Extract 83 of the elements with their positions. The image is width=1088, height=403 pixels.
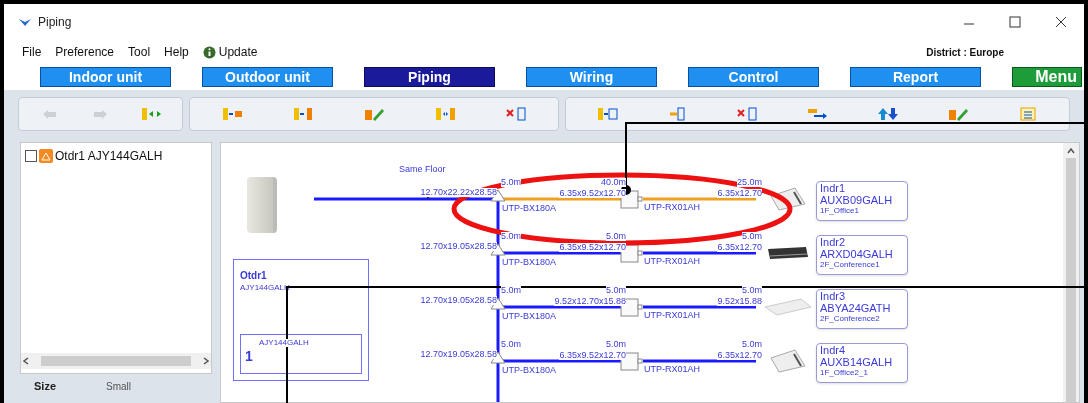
info-icon [202,45,216,59]
app-logo-icon [18,17,32,27]
room-name: 2F_Conference1 [820,260,881,269]
vertical-scrollbar[interactable] [1063,143,1079,402]
room-name: 1F_Office1 [820,206,860,215]
header-model: UTP-RX01AH [644,311,700,320]
list-arrow-icon[interactable] [220,106,243,122]
pipe-size: 6.35x12.70 [717,351,762,360]
menu-item[interactable]: Update [202,43,258,61]
indoor-name: Indr3 [820,290,847,302]
header-model: UTP-RX01AH [644,365,700,374]
pencil-icon[interactable] [946,106,969,122]
indoor-model: AUXB09GALH [820,194,894,206]
group-model: AJY144GALH [259,339,309,347]
bar-arrow-icon[interactable] [806,106,829,122]
pipe-length: 5.0m [501,340,521,349]
outdoor-unit-drawing [247,177,277,233]
scroll-up-icon[interactable] [1067,148,1075,154]
indoor-model: ABYA24GATH [820,302,892,314]
swap-arrows-icon[interactable] [434,106,457,122]
outdoor-model: AJY144GALH [240,282,291,293]
pipe-length: 40.0m [601,178,626,187]
pipe-length: 5.0m [742,340,762,349]
scroll-right-icon[interactable] [203,357,209,365]
header-model: UTP-RX01AH [644,203,700,212]
indoor-model: ARXD04GALH [820,248,894,260]
scroll-left-icon[interactable] [23,357,29,365]
pipe-length: 5.0m [606,286,626,295]
outdoor-name: Otdr1 [240,270,268,283]
unit-count: 1 [245,349,254,363]
indoor-name: Indr4 [820,344,847,356]
indoor-name: Indr2 [820,236,847,248]
menu-item[interactable]: File [22,43,42,61]
floor-label: Same Floor [399,165,446,174]
pipe-length: 5.0m [606,340,626,349]
menu-button[interactable]: Menu [1012,67,1082,87]
pipe-size: 6.35x12.70 [717,243,762,252]
pipe-length: 25.0m [737,178,762,187]
scrollbar-thumb[interactable] [41,356,191,366]
indoor-unit-drawing [766,245,810,261]
pipe-size: 6.35x12.70 [717,189,762,198]
cross-list-icon[interactable] [505,106,528,122]
joint-model: UTP-BX180A [502,312,557,321]
pipe-size: 6.35x9.52x12.70 [559,189,626,198]
section-tab[interactable]: Piping [364,67,495,87]
checkbox[interactable] [25,150,37,162]
menu-item[interactable]: Tool [128,43,151,61]
list-arrows-icon[interactable] [139,106,162,122]
indoor-model: AUXB14GALH [820,356,894,368]
pipe-length: 5.0m [501,232,521,241]
pipe-length: 5.0m [501,178,521,187]
indoor-unit-drawing [769,348,807,374]
up-down-arrows-icon[interactable] [876,106,899,122]
joint-model: UTP-BX180A [502,258,557,267]
pipe-size: 9.52x15.88 [717,297,762,306]
pipe-length: 5.0m [606,232,626,241]
list-arrow-icon[interactable] [291,106,314,122]
header-model: UTP-RX01AH [644,257,700,266]
pencil-icon[interactable] [362,106,385,122]
cross-list-icon[interactable] [736,106,759,122]
indoor-unit-drawing [763,297,813,317]
pipe-length: 5.0m [742,232,762,241]
scrollbar-thumb[interactable] [1066,158,1076,402]
joint-model: UTP-BX180A [502,204,557,213]
pipe-size: 6.35x9.52x12.70 [559,243,626,252]
indoor-unit-drawing [769,186,807,212]
room-name: 1F_Office2_1 [820,368,869,377]
pipe-size: 9.52x12.70x15.88 [554,297,626,306]
option-value: Small [106,379,132,394]
indoor-name: Indr1 [820,182,847,194]
option-label: Size [34,379,56,394]
menu-item[interactable]: Help [164,43,189,61]
joint-model: UTP-BX180A [502,366,557,375]
horizontal-scrollbar[interactable] [21,353,211,369]
menu-item[interactable]: Preference [55,43,115,61]
tree-item[interactable]: Otdr1 AJY144GALH [55,147,163,165]
pipe-length: 5.0m [501,286,521,295]
district-label: District : Europe [926,45,1004,60]
list-arrow-icon[interactable] [596,106,619,122]
window-title: Piping [38,14,72,31]
pipe-length: 5.0m [742,286,762,295]
pipe-size: 6.35x9.52x12.70 [559,351,626,360]
room-name: 2F_Conference2 [820,314,881,323]
